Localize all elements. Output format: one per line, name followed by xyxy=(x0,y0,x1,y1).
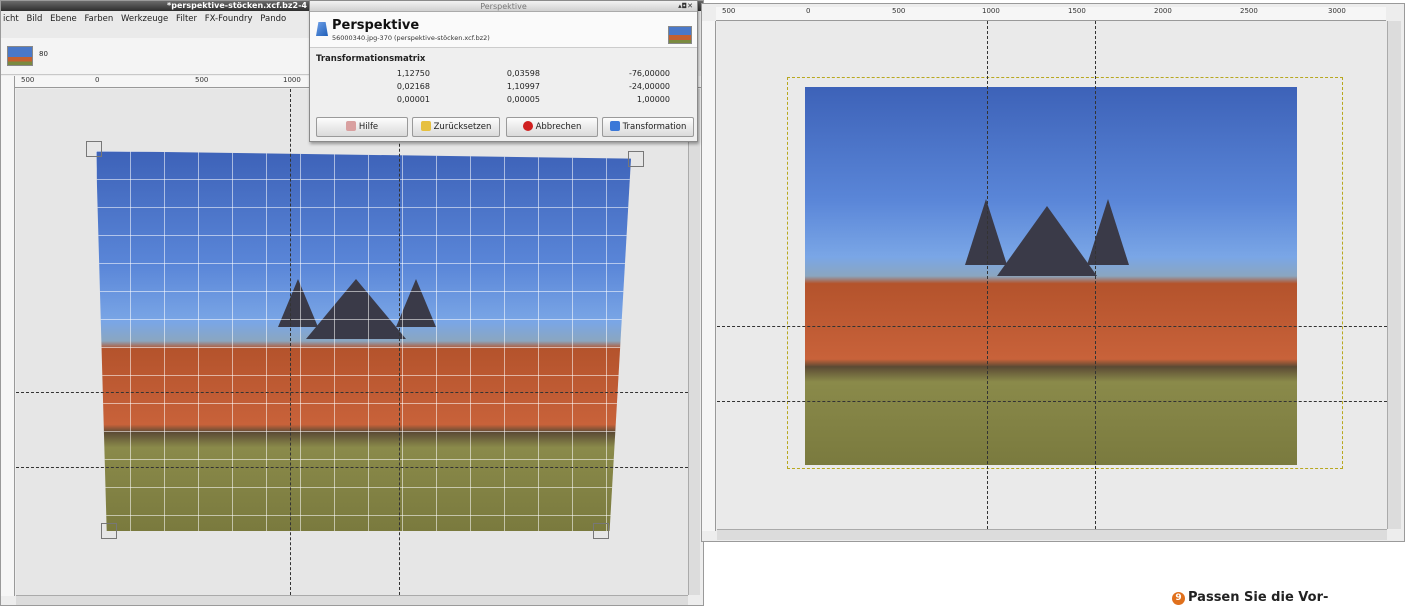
vertical-ruler[interactable] xyxy=(1,76,15,596)
horizontal-ruler[interactable]: 500 0 500 1000 1500 2000 2500 3000 xyxy=(716,7,1386,21)
guide-line[interactable] xyxy=(290,89,291,595)
figure-caption: 9 Passen Sie die Vor- xyxy=(1172,590,1328,605)
dialog-subtitle: 56000340.jpg-370 (perspektive-stöcken.xc… xyxy=(332,34,490,42)
matrix-cell: 1,00000 xyxy=(636,95,670,104)
transform-grid xyxy=(96,151,631,531)
menu-pando[interactable]: Pando xyxy=(260,14,286,24)
menu-tools[interactable]: Werkzeuge xyxy=(121,14,168,24)
help-icon xyxy=(345,121,356,131)
zoom-label: 80 xyxy=(39,50,48,58)
menu-layer[interactable]: Ebene xyxy=(50,14,77,24)
guide-line[interactable] xyxy=(1095,21,1096,529)
vertical-ruler[interactable] xyxy=(702,21,716,531)
reset-icon xyxy=(420,121,431,131)
transform-handle[interactable] xyxy=(593,523,609,539)
cancel-button[interactable]: Abbrechen xyxy=(506,117,598,137)
caption-text: Passen Sie die Vor- xyxy=(1188,590,1329,605)
dialog-titlebar[interactable]: Perspektive xyxy=(310,1,697,12)
menu-colors[interactable]: Farben xyxy=(84,14,113,24)
ruler-tick: 500 xyxy=(892,7,906,15)
ruler-tick: 500 xyxy=(21,76,35,84)
perspective-dialog: Perspektive ▴◘✕ Perspektive 56000340.jpg… xyxy=(309,0,698,142)
horizontal-scrollbar[interactable] xyxy=(16,595,688,605)
menubar: icht Bild Ebene Farben Werkzeuge Filter … xyxy=(1,11,311,38)
guide-line[interactable] xyxy=(399,89,400,595)
caption-number-badge: 9 xyxy=(1172,592,1185,605)
matrix-title: Transformationsmatrix xyxy=(316,54,426,64)
guide-line[interactable] xyxy=(16,392,688,393)
ruler-tick: 1500 xyxy=(1068,7,1086,15)
matrix-cell: 0,00005 xyxy=(506,95,540,104)
perspective-tool-icon xyxy=(316,22,328,36)
corrected-image xyxy=(805,87,1297,465)
ruler-tick: 0 xyxy=(806,7,811,15)
ruler-tick: 1000 xyxy=(982,7,1000,15)
guide-line[interactable] xyxy=(717,326,1387,327)
vertical-scrollbar[interactable] xyxy=(688,89,700,595)
guide-line[interactable] xyxy=(987,21,988,529)
transform-handle[interactable] xyxy=(101,523,117,539)
cancel-icon xyxy=(522,121,533,131)
dialog-window-controls[interactable]: ▴◘✕ xyxy=(678,2,693,10)
reset-button[interactable]: Zurücksetzen xyxy=(412,117,500,137)
help-button[interactable]: Hilfe xyxy=(316,117,408,137)
image-thumbnail[interactable] xyxy=(7,46,33,66)
ruler-tick: 2000 xyxy=(1154,7,1172,15)
transform-label: Transformation xyxy=(622,122,687,132)
menu-fx-foundry[interactable]: FX-Foundry xyxy=(205,14,253,24)
transform-button[interactable]: Transformation xyxy=(602,117,694,137)
matrix-cell: -24,00000 xyxy=(628,82,670,91)
perspective-tool-icon xyxy=(609,121,620,131)
dialog-header: Perspektive 56000340.jpg-370 (perspektiv… xyxy=(310,12,697,48)
transform-handle[interactable] xyxy=(628,151,644,167)
dialog-heading: Perspektive xyxy=(332,18,420,33)
transform-handle[interactable] xyxy=(86,141,102,157)
cancel-label: Abbrechen xyxy=(535,122,582,132)
ruler-tick: 2500 xyxy=(1240,7,1258,15)
matrix-cell: 1,10997 xyxy=(506,82,540,91)
matrix-cell: -76,00000 xyxy=(628,69,670,78)
menu-filters[interactable]: Filter xyxy=(176,14,197,24)
canvas[interactable] xyxy=(16,89,688,595)
guide-line[interactable] xyxy=(16,467,688,468)
ruler-tick: 1000 xyxy=(283,76,301,84)
matrix-cell: 1,12750 xyxy=(396,69,430,78)
image-thumbnail xyxy=(668,26,692,44)
matrix-cell: 0,00001 xyxy=(396,95,430,104)
vertical-scrollbar[interactable] xyxy=(1387,21,1401,529)
matrix-cell: 0,02168 xyxy=(396,82,430,91)
guide-line[interactable] xyxy=(717,401,1387,402)
ruler-tick: 3000 xyxy=(1328,7,1346,15)
menu-image[interactable]: Bild xyxy=(26,14,42,24)
horizontal-scrollbar[interactable] xyxy=(717,529,1387,540)
help-label: Hilfe xyxy=(358,122,379,132)
matrix-cell: 0,03598 xyxy=(506,69,540,78)
right-image-window: 500 0 500 1000 1500 2000 2500 3000 xyxy=(701,3,1405,542)
image-tabs-bar: 80 xyxy=(1,38,311,75)
ruler-tick: 500 xyxy=(195,76,209,84)
ruler-tick: 0 xyxy=(95,76,100,84)
canvas[interactable] xyxy=(717,21,1387,529)
ruler-tick: 500 xyxy=(722,7,736,15)
menu-view[interactable]: icht xyxy=(3,14,19,24)
reset-label: Zurücksetzen xyxy=(433,122,492,132)
